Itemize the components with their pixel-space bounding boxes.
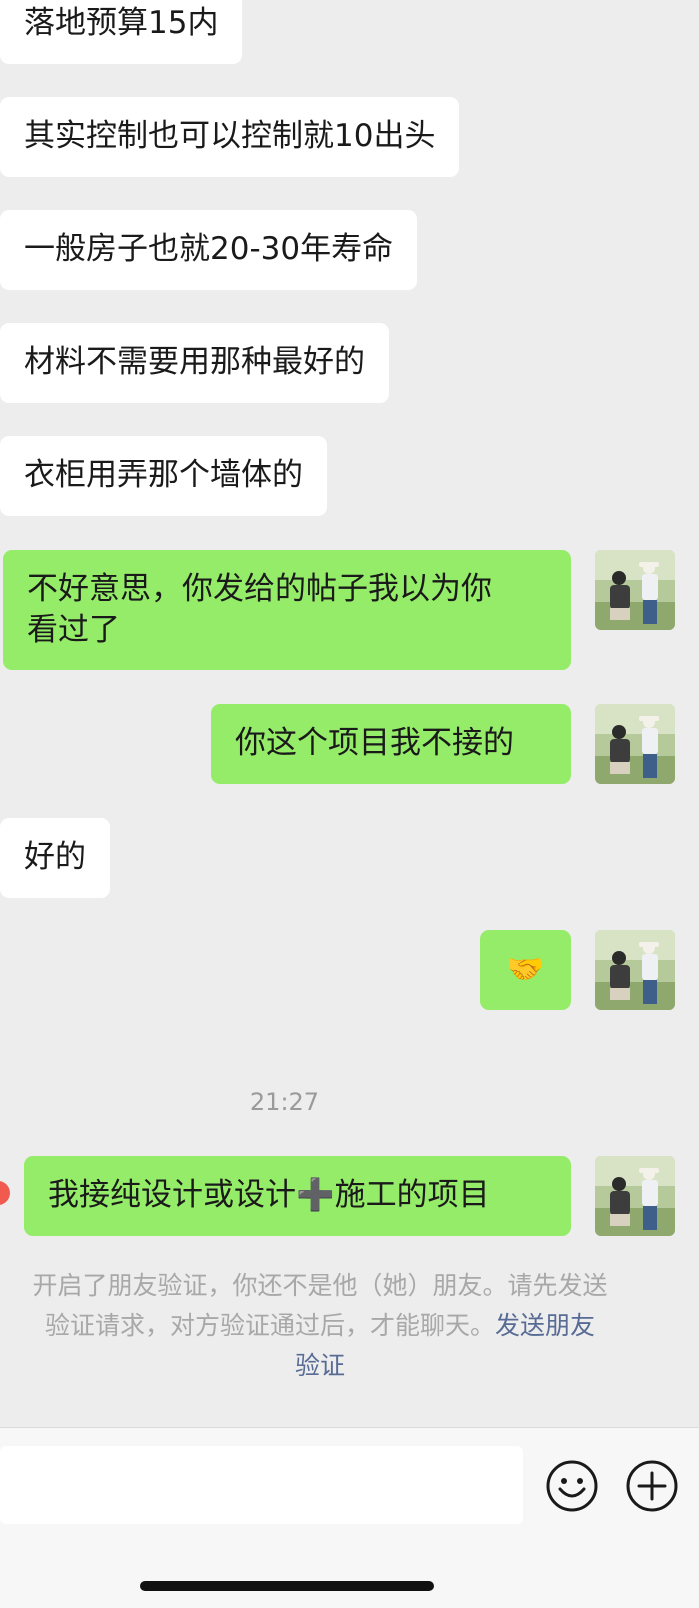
notice-line: 验证请求，对方验证通过后，才能聊天。发送朋友	[0, 1306, 640, 1346]
message-outgoing[interactable]: 不好意思，你发给的帖子我以为你 看过了	[3, 550, 571, 670]
more-button[interactable]	[625, 1459, 679, 1513]
send-failed-icon[interactable]	[0, 1181, 10, 1205]
message-incoming[interactable]: 其实控制也可以控制就10出头	[0, 97, 460, 177]
notice-line: 开启了朋友验证，你还不是他（她）朋友。请先发送	[32, 1271, 608, 1300]
timestamp: 21:27	[249, 1088, 320, 1116]
message-text: 好的	[24, 839, 86, 875]
message-incoming[interactable]: 衣柜用弄那个墙体的	[0, 436, 327, 516]
message-text-line: 看过了	[27, 612, 120, 648]
message-text: 一般房子也就20-30年寿命	[24, 231, 394, 267]
emoji-button[interactable]	[545, 1459, 599, 1513]
user-avatar[interactable]	[595, 550, 675, 630]
message-text: 其实控制也可以控制就10出头	[24, 118, 436, 154]
message-text-line: 不好意思，你发给的帖子我以为你	[27, 571, 492, 607]
input-bar	[0, 1427, 699, 1608]
handshake-icon: 🤝	[506, 952, 545, 987]
send-verification-link-continued[interactable]: 验证	[295, 1351, 345, 1380]
message-text: 我接纯设计或设计➕施工的项目	[48, 1177, 490, 1213]
message-text: 你这个项目我不接的	[235, 725, 514, 761]
message-incoming[interactable]: 落地预算15内	[0, 0, 243, 64]
message-outgoing[interactable]: 🤝	[480, 930, 571, 1010]
user-avatar[interactable]	[595, 930, 675, 1010]
plus-icon	[626, 1460, 678, 1512]
message-outgoing[interactable]: 我接纯设计或设计➕施工的项目	[24, 1156, 571, 1236]
friend-verification-notice: 开启了朋友验证，你还不是他（她）朋友。请先发送 验证请求，对方验证通过后，才能聊…	[0, 1266, 640, 1386]
message-text: 衣柜用弄那个墙体的	[24, 457, 303, 493]
message-text: 材料不需要用那种最好的	[24, 344, 365, 380]
message-incoming[interactable]: 一般房子也就20-30年寿命	[0, 210, 418, 290]
home-indicator[interactable]	[140, 1581, 434, 1591]
message-incoming[interactable]: 好的	[0, 818, 110, 898]
message-text: 落地预算15内	[24, 5, 219, 41]
notice-text: 验证请求，对方验证通过后，才能聊天。	[44, 1311, 495, 1340]
notice-line: 验证	[0, 1346, 640, 1386]
user-avatar[interactable]	[595, 704, 675, 784]
send-verification-link[interactable]: 发送朋友	[495, 1311, 595, 1340]
emoji-icon	[546, 1460, 598, 1512]
message-input[interactable]	[0, 1446, 523, 1524]
message-incoming[interactable]: 材料不需要用那种最好的	[0, 323, 389, 403]
message-outgoing[interactable]: 你这个项目我不接的	[211, 704, 571, 784]
user-avatar[interactable]	[595, 1156, 675, 1236]
